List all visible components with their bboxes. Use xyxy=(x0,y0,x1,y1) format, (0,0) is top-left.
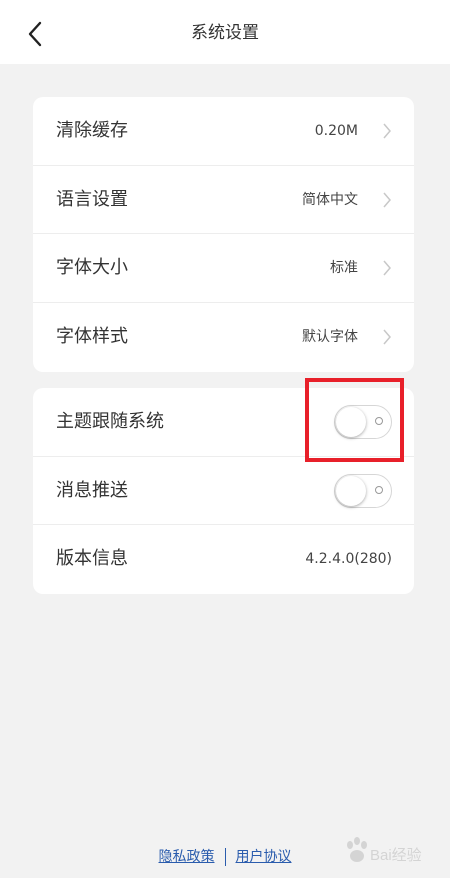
setting-label: 消息推送 xyxy=(56,479,128,501)
setting-value: 0.20M xyxy=(314,123,358,139)
chevron-right-icon xyxy=(382,260,392,276)
paw-icon xyxy=(347,837,367,862)
setting-value: 简体中文 xyxy=(302,191,358,208)
setting-label: 主题跟随系统 xyxy=(56,411,164,432)
version-value: 4.2.4.0(280) xyxy=(305,551,392,567)
setting-row-font-size[interactable]: 字体大小 标准 xyxy=(33,234,414,303)
toggle-knob xyxy=(336,475,366,506)
setting-row-version: 版本信息 4.2.4.0(280) xyxy=(33,525,414,594)
toggle-off-icon xyxy=(375,485,383,494)
setting-value: 默认字体 xyxy=(302,328,358,345)
highlight-box xyxy=(305,378,404,462)
setting-row-language[interactable]: 语言设置 简体中文 xyxy=(33,166,414,234)
setting-value: 标准 xyxy=(330,260,358,276)
setting-label: 语言设置 xyxy=(56,188,128,210)
chevron-right-icon xyxy=(382,192,392,208)
setting-label: 字体大小 xyxy=(56,257,128,278)
header-bar: 系统设置 xyxy=(0,0,450,64)
chevron-right-icon xyxy=(382,329,392,345)
user-agreement-link[interactable]: 用户协议 xyxy=(236,849,292,865)
setting-row-clear-cache[interactable]: 清除缓存 0.20M xyxy=(33,97,414,166)
baidu-watermark: Bai经验 xyxy=(344,834,436,870)
setting-row-font-style[interactable]: 字体样式 默认字体 xyxy=(33,303,414,372)
watermark-text: Bai经验 xyxy=(370,847,422,864)
privacy-policy-link[interactable]: 隐私政策 xyxy=(159,849,215,865)
setting-label: 清除缓存 xyxy=(56,120,128,141)
link-divider xyxy=(224,848,226,866)
push-toggle[interactable] xyxy=(334,473,392,508)
page-title: 系统设置 xyxy=(191,23,259,43)
setting-row-push-notification: 消息推送 xyxy=(33,457,414,525)
chevron-right-icon xyxy=(382,123,392,139)
setting-label: 字体样式 xyxy=(56,325,128,347)
setting-label: 版本信息 xyxy=(56,548,128,569)
settings-card-general: 清除缓存 0.20M 语言设置 简体中文 字体大小 标准 字体样式 默认字体 xyxy=(33,97,414,372)
